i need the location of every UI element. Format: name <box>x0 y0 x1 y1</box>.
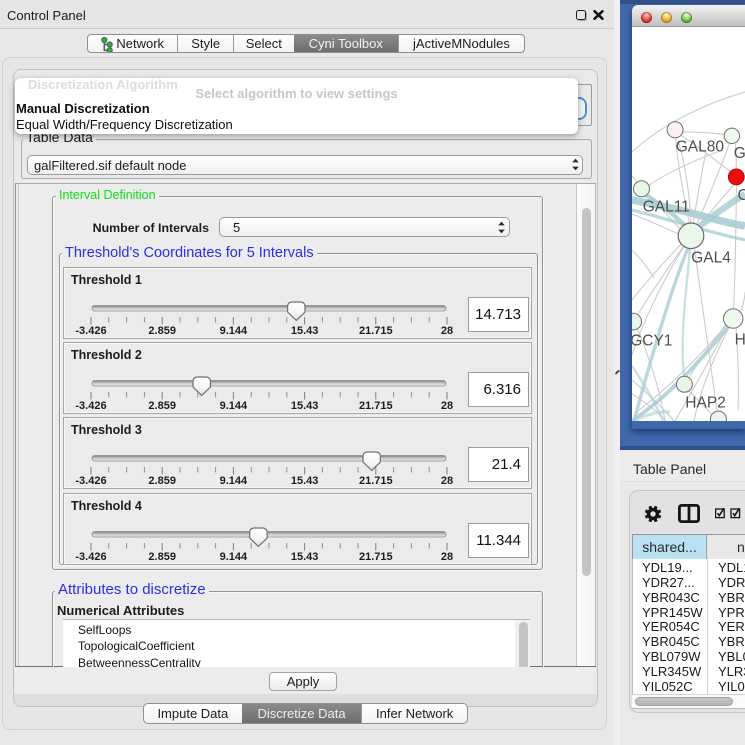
svg-text:15.43: 15.43 <box>291 551 319 563</box>
svg-text:GCY1: GCY1 <box>632 333 672 350</box>
svg-text:21.715: 21.715 <box>359 400 393 412</box>
svg-text:GAL80: GAL80 <box>676 139 725 156</box>
svg-text:-3.426: -3.426 <box>75 475 106 487</box>
svg-text:C: C <box>738 187 745 204</box>
svg-text:28: 28 <box>441 400 453 412</box>
svg-text:21.715: 21.715 <box>359 551 393 563</box>
svg-text:-3.426: -3.426 <box>75 325 106 337</box>
svg-text:2.859: 2.859 <box>148 400 176 412</box>
svg-text:HAP2: HAP2 <box>685 395 726 412</box>
svg-text:9.144: 9.144 <box>220 475 248 487</box>
svg-text:9.144: 9.144 <box>220 325 248 337</box>
svg-text:9.144: 9.144 <box>220 551 248 563</box>
svg-text:H: H <box>735 332 745 349</box>
svg-text:28: 28 <box>441 475 453 487</box>
svg-text:2.859: 2.859 <box>148 475 176 487</box>
svg-text:9.144: 9.144 <box>220 400 248 412</box>
svg-text:28: 28 <box>441 551 453 563</box>
svg-text:GA: GA <box>734 145 745 162</box>
svg-text:21.715: 21.715 <box>359 325 393 337</box>
svg-text:2.859: 2.859 <box>148 325 176 337</box>
svg-text:2.859: 2.859 <box>148 551 176 563</box>
svg-text:15.43: 15.43 <box>291 400 319 412</box>
svg-text:-3.426: -3.426 <box>75 551 106 563</box>
svg-text:GAL11: GAL11 <box>643 199 690 216</box>
svg-text:15.43: 15.43 <box>291 325 319 337</box>
svg-text:-3.426: -3.426 <box>75 400 106 412</box>
svg-text:GAL4: GAL4 <box>691 250 731 267</box>
svg-text:28: 28 <box>441 325 453 337</box>
svg-text:15.43: 15.43 <box>291 475 319 487</box>
svg-text:21.715: 21.715 <box>359 475 393 487</box>
